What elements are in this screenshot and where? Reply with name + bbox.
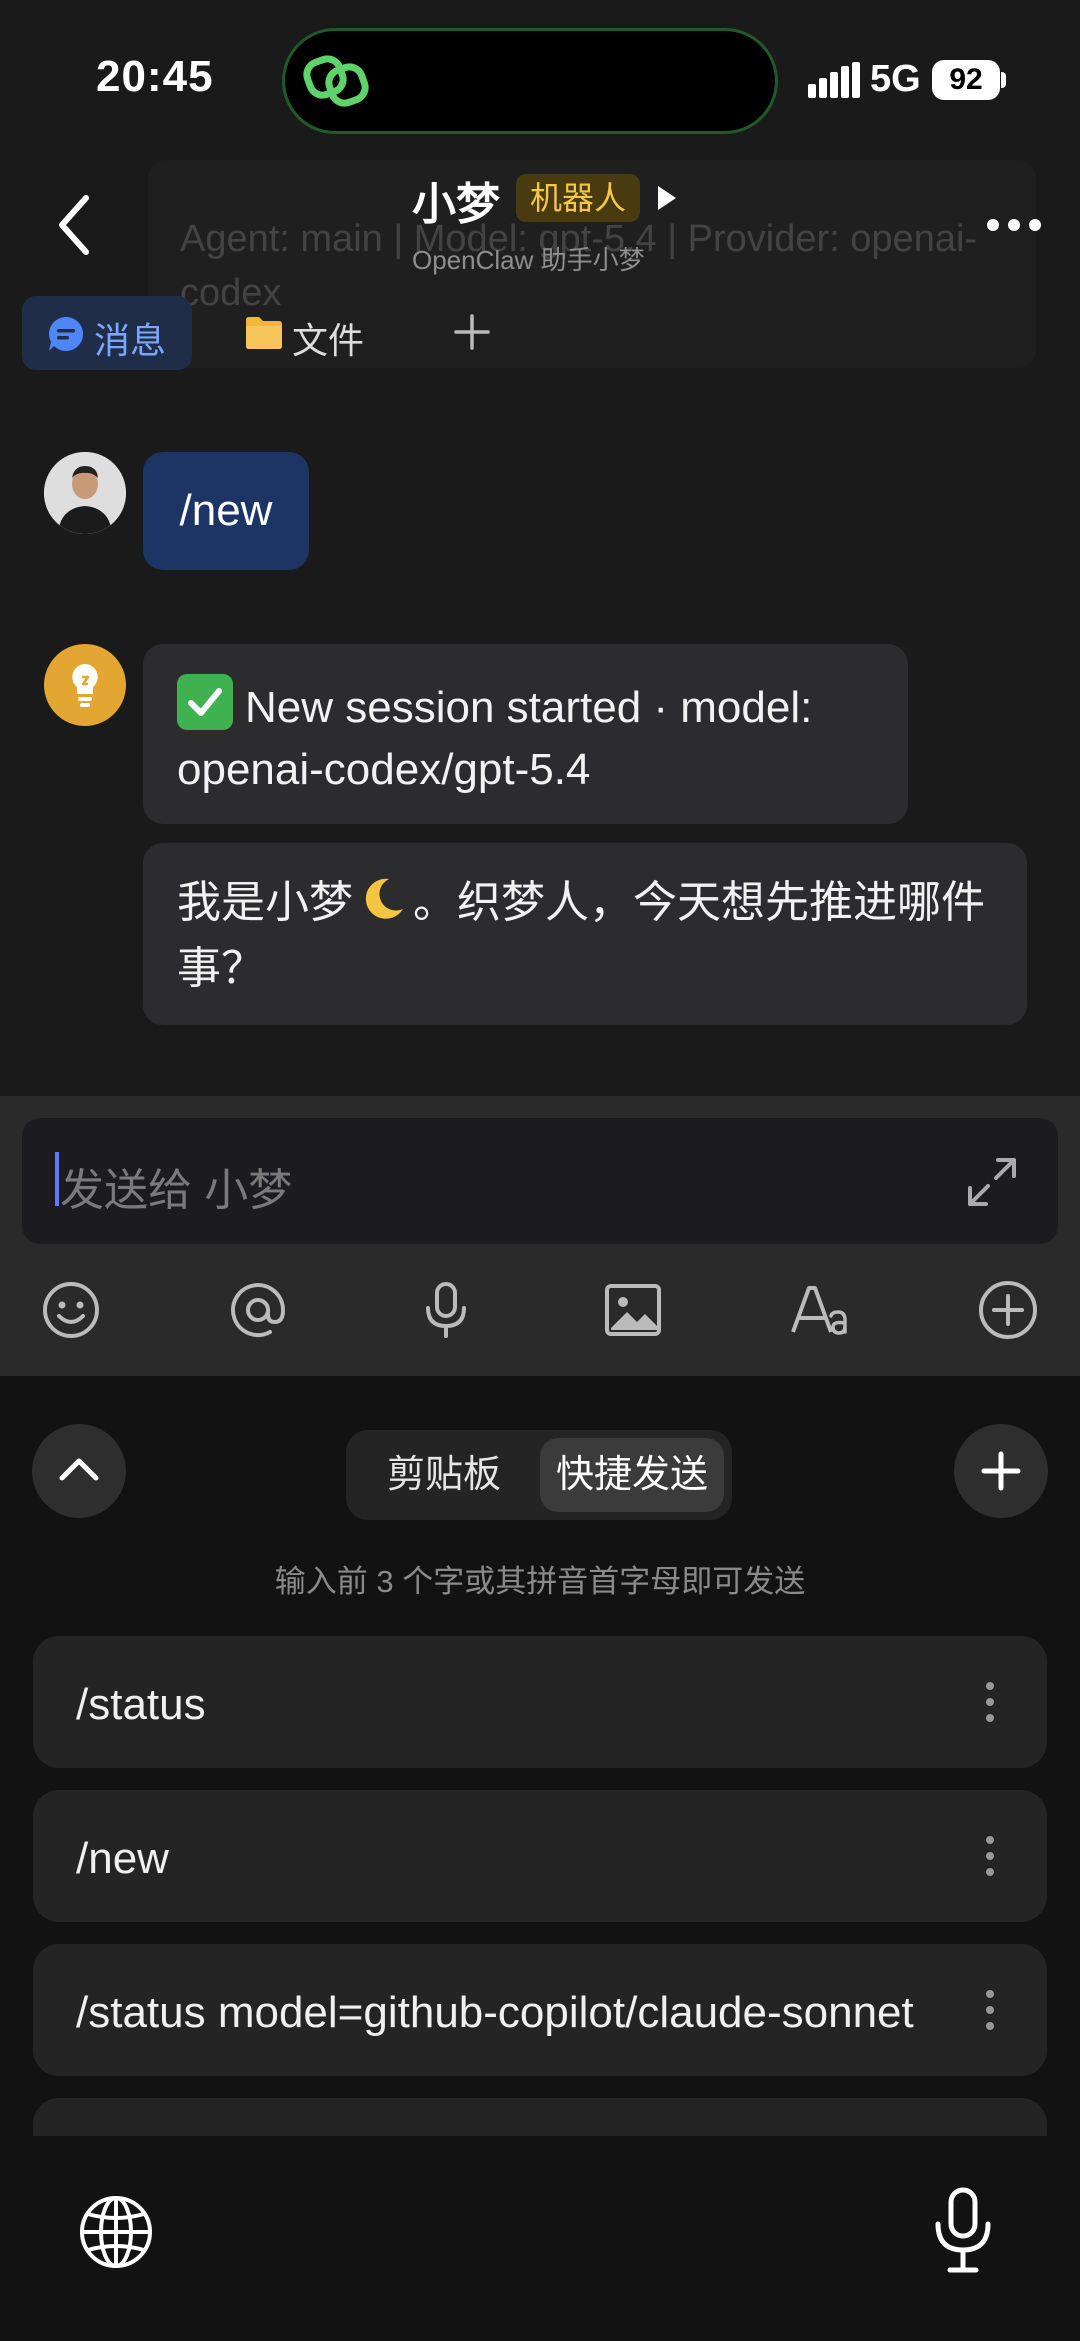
item-menu-icon[interactable] bbox=[983, 1988, 997, 2032]
item-menu-icon[interactable] bbox=[983, 1680, 997, 1724]
dictation-microphone-icon[interactable] bbox=[930, 2186, 996, 2276]
bot-message-text: 我是小梦 bbox=[177, 878, 353, 927]
segment-clipboard[interactable]: 剪贴板 bbox=[354, 1438, 534, 1512]
quick-send-hint: 输入前 3 个字或其拼音首字母即可发送 bbox=[274, 1564, 806, 1599]
emoji-icon[interactable] bbox=[39, 1278, 103, 1342]
bot-message-bubble[interactable]: 我是小梦 。织梦人，今天想先推进哪件事？ bbox=[143, 843, 1027, 1025]
chat-subtitle: OpenClaw 助手小梦 bbox=[412, 245, 645, 275]
bot-badge: 机器人 bbox=[516, 174, 641, 222]
chevron-up-icon bbox=[59, 1458, 99, 1481]
keyboard-bottom-bar bbox=[0, 2136, 1080, 2341]
back-icon[interactable] bbox=[50, 190, 100, 260]
segment-quick-send[interactable]: 快捷发送 bbox=[540, 1438, 724, 1512]
text-format-icon[interactable] bbox=[789, 1278, 853, 1342]
play-arrow-icon[interactable] bbox=[656, 184, 678, 212]
tab-files-label[interactable]: 文件 bbox=[292, 312, 364, 364]
lightbulb-icon bbox=[72, 664, 98, 707]
add-circle-icon[interactable] bbox=[976, 1278, 1040, 1342]
user-message-bubble[interactable]: /new bbox=[143, 452, 309, 570]
battery-indicator: 92 bbox=[932, 60, 1000, 100]
expand-icon[interactable] bbox=[964, 1154, 1020, 1210]
bot-message-text: New session started · model: openai-code… bbox=[177, 683, 813, 794]
collapse-button[interactable] bbox=[32, 1424, 126, 1518]
image-icon[interactable] bbox=[601, 1278, 665, 1342]
quick-item-text[interactable]: /new bbox=[76, 1834, 936, 1884]
status-time: 20:45 bbox=[96, 52, 214, 101]
check-mark-icon bbox=[177, 674, 233, 730]
network-label: 5G bbox=[870, 58, 921, 100]
bot-avatar[interactable] bbox=[44, 644, 126, 726]
bot-message-bubble[interactable]: New session started · model: openai-code… bbox=[143, 644, 908, 824]
message-icon bbox=[49, 316, 84, 351]
more-icon[interactable] bbox=[986, 218, 1042, 232]
mention-icon[interactable] bbox=[226, 1278, 290, 1342]
globe-icon[interactable] bbox=[76, 2192, 156, 2272]
chat-title[interactable]: 小梦 bbox=[412, 168, 500, 232]
text-caret bbox=[55, 1152, 59, 1206]
plus-icon bbox=[981, 1451, 1021, 1491]
link-app-icon bbox=[303, 55, 369, 107]
folder-icon bbox=[246, 317, 282, 349]
microphone-icon[interactable] bbox=[414, 1278, 478, 1342]
quick-item[interactable] bbox=[33, 2098, 1047, 2136]
add-quick-item-button[interactable] bbox=[954, 1424, 1048, 1518]
signal-icon bbox=[808, 62, 860, 98]
crescent-moon-icon bbox=[359, 875, 407, 939]
tab-messages-label[interactable]: 消息 bbox=[94, 312, 166, 364]
message-input-placeholder[interactable]: 发送给 小梦 bbox=[60, 1154, 292, 1218]
quick-item-text[interactable]: /status model=github-copilot/claude-sonn… bbox=[76, 1988, 936, 2038]
battery-tip bbox=[1001, 72, 1006, 88]
item-menu-icon[interactable] bbox=[983, 1834, 997, 1878]
add-tab-icon[interactable] bbox=[452, 312, 492, 352]
user-avatar[interactable] bbox=[44, 452, 126, 534]
quick-item-text[interactable]: /status bbox=[76, 1680, 936, 1730]
